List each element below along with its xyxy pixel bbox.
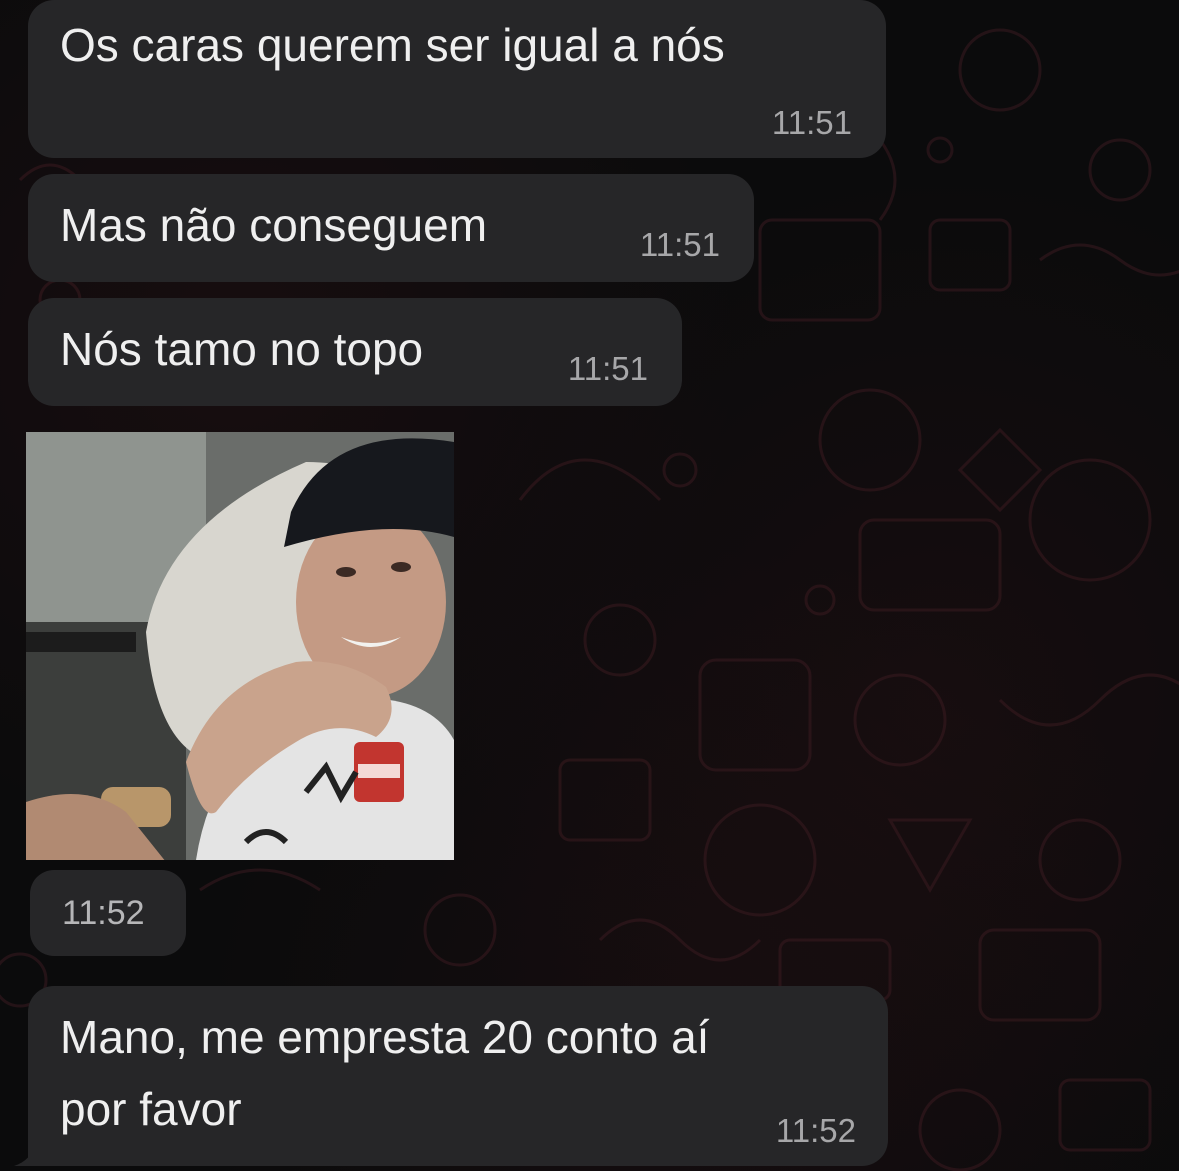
message-bubble-5[interactable]: Mano, me empresta 20 conto aí por favor … (28, 986, 888, 1166)
message-text: Nós tamo no topo (60, 323, 424, 375)
photo-image (26, 432, 454, 860)
message-timestamp: 11:51 (567, 350, 648, 387)
message-timestamp: 11:51 (771, 104, 852, 141)
message-text: Os caras querem ser igual a nós (60, 19, 725, 71)
message-text-line-1: Mano, me empresta 20 conto aí (60, 1011, 710, 1063)
message-bubble-1[interactable]: Os caras querem ser igual a nós 11:51 (28, 0, 886, 158)
message-timestamp: 11:52 (775, 1112, 856, 1149)
message-text-line-2: por favor (60, 1083, 242, 1135)
message-bubble-3[interactable]: Nós tamo no topo 11:51 (28, 298, 682, 406)
photo-message[interactable] (26, 432, 454, 860)
photo-timestamp-bubble: 11:52 (30, 870, 186, 956)
message-text: Mas não conseguem (60, 199, 488, 251)
message-timestamp: 11:51 (639, 226, 720, 263)
bubble-tail (14, 1142, 44, 1166)
message-bubble-2[interactable]: Mas não conseguem 11:51 (28, 174, 754, 282)
message-timestamp: 11:52 (62, 894, 145, 932)
